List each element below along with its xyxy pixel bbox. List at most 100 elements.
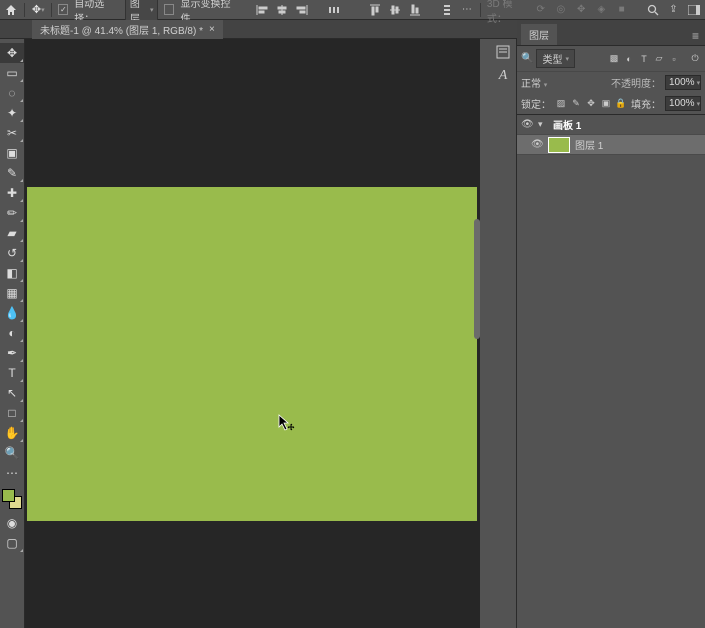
frame-tool[interactable]: ▣ (0, 143, 24, 163)
3d-orbit-icon[interactable]: ⟳ (534, 2, 548, 18)
field-value: 100% (669, 77, 695, 88)
history-brush-tool[interactable]: ↺ (0, 243, 24, 263)
dodge-tool[interactable]: ◐ (0, 323, 24, 343)
divider (24, 3, 25, 17)
eyedropper-tool[interactable]: ✎ (0, 163, 24, 183)
chevron-down-icon: ▾ (697, 79, 701, 87)
lock-artboard-icon[interactable]: ▣ (600, 98, 612, 110)
shape-tool[interactable]: □ (0, 403, 24, 423)
move-tool[interactable]: ✥ (0, 43, 24, 63)
options-bar: ✥▾ ✓ 自动选择： 图层 ▾ 显示变换控件 ⋯ 3D 模式： ⟳ ◎ ✥ ◈ … (0, 0, 705, 20)
filter-type-dropdown[interactable]: 类型 ▾ (536, 49, 575, 68)
blend-mode-dropdown[interactable]: 正常 ▾ (521, 75, 607, 90)
align-right-icon[interactable] (295, 2, 309, 18)
home-icon[interactable] (4, 2, 18, 18)
foreground-color-swatch[interactable] (2, 489, 15, 502)
magic-wand-tool[interactable]: ✦ (0, 103, 24, 123)
3d-camera-icon[interactable]: ■ (615, 2, 629, 18)
clone-stamp-tool[interactable]: ▰ (0, 223, 24, 243)
edit-toolbar-icon[interactable]: ⋯ (0, 463, 24, 483)
filter-smartobj-icon[interactable]: ▫ (668, 53, 680, 65)
chevron-down-icon: ▾ (150, 6, 154, 14)
filter-type-icon[interactable]: T (638, 53, 650, 65)
filter-icons: ▩ ◐ T ▱ ▫ ⏻ (608, 53, 701, 65)
dropdown-value: 正常 (521, 79, 541, 90)
healing-brush-tool[interactable]: ✚ (0, 183, 24, 203)
lock-all-icon[interactable]: 🔒 (615, 98, 627, 110)
vertical-scrollbar-thumb[interactable] (474, 219, 480, 339)
workspace-icon[interactable] (687, 2, 701, 18)
search-icon[interactable]: 🔍 (521, 53, 533, 64)
lock-label: 锁定： (521, 96, 551, 111)
collapsed-panels-strip: A (490, 39, 517, 628)
close-icon[interactable]: × (209, 24, 215, 35)
3d-slide-icon[interactable]: ◈ (594, 2, 608, 18)
align-left-icon[interactable] (255, 2, 269, 18)
blend-opacity-row: 正常 ▾ 不透明度： 100% ▾ (517, 72, 705, 93)
align-bottom-icon[interactable] (408, 2, 422, 18)
lasso-tool[interactable]: ◌ (0, 83, 24, 103)
character-panel-icon[interactable]: A (494, 67, 512, 85)
filter-pixel-icon[interactable]: ▩ (608, 53, 620, 65)
opacity-field[interactable]: 100% ▾ (665, 75, 701, 90)
distribute-v-icon[interactable] (440, 2, 454, 18)
chevron-down-icon: ▾ (565, 55, 569, 63)
brush-tool[interactable]: ✏ (0, 203, 24, 223)
toolbox: ✥ ▭ ◌ ✦ ✂ ▣ ✎ ✚ ✏ ▰ ↺ ◧ ▦ 💧 ◐ ✒ T ↖ □ ✋ … (0, 39, 25, 628)
document-tab[interactable]: 未标题-1 @ 41.4% (图层 1, RGB/8) * × (32, 20, 223, 39)
canvas-area[interactable] (25, 39, 480, 628)
panel-tab-row: 图层 ≡ (517, 20, 705, 46)
search-icon[interactable] (646, 2, 660, 18)
layer-name: 画板 1 (553, 117, 581, 132)
fill-label: 填充： (631, 96, 661, 111)
auto-select-checkbox[interactable]: ✓ (58, 4, 68, 15)
layers-tab[interactable]: 图层 (521, 24, 557, 45)
artboard[interactable] (27, 187, 477, 521)
marquee-tool[interactable]: ▭ (0, 63, 24, 83)
crop-tool[interactable]: ✂ (0, 123, 24, 143)
zoom-tool[interactable]: 🔍 (0, 443, 24, 463)
filter-adjustment-icon[interactable]: ◐ (623, 53, 635, 65)
color-swatches[interactable] (2, 489, 22, 509)
align-top-icon[interactable] (367, 2, 381, 18)
3d-roll-icon[interactable]: ◎ (554, 2, 568, 18)
divider (480, 3, 481, 17)
visibility-icon[interactable]: 👁 (531, 139, 543, 151)
3d-pan-icon[interactable]: ✥ (574, 2, 588, 18)
share-icon[interactable]: ⇪ (666, 2, 680, 18)
layer-filter-row: 🔍 类型 ▾ ▩ ◐ T ▱ ▫ ⏻ (517, 46, 705, 72)
filter-toggle-icon[interactable]: ⏻ (689, 53, 701, 65)
more-options-icon[interactable]: ⋯ (460, 2, 474, 18)
blur-tool[interactable]: 💧 (0, 303, 24, 323)
screen-mode-tool[interactable]: ▢ (0, 533, 24, 553)
hand-tool[interactable]: ✋ (0, 423, 24, 443)
type-tool[interactable]: T (0, 363, 24, 383)
move-tool-icon[interactable]: ✥▾ (31, 2, 45, 18)
layer-thumbnail[interactable] (548, 137, 570, 153)
layer-row-artboard[interactable]: 👁 ▾ 画板 1 (517, 115, 705, 135)
eraser-tool[interactable]: ◧ (0, 263, 24, 283)
properties-panel-icon[interactable] (494, 43, 512, 61)
field-value: 100% (669, 98, 695, 109)
pen-tool[interactable]: ✒ (0, 343, 24, 363)
divider (51, 3, 52, 17)
disclosure-icon[interactable]: ▾ (538, 119, 548, 130)
visibility-icon[interactable]: 👁 (521, 119, 533, 131)
tab-title: 未标题-1 @ 41.4% (图层 1, RGB/8) * (40, 22, 203, 37)
filter-shape-icon[interactable]: ▱ (653, 53, 665, 65)
layer-row[interactable]: 👁 图层 1 (517, 135, 705, 155)
align-vcenter-icon[interactable] (388, 2, 402, 18)
chevron-down-icon: ▾ (544, 82, 548, 89)
show-transform-checkbox[interactable] (164, 4, 174, 15)
lock-icons: ▨ ✎ ✥ ▣ 🔒 (555, 98, 627, 110)
path-selection-tool[interactable]: ↖ (0, 383, 24, 403)
distribute-h-icon[interactable] (327, 2, 341, 18)
lock-position-icon[interactable]: ✥ (585, 98, 597, 110)
gradient-tool[interactable]: ▦ (0, 283, 24, 303)
fill-field[interactable]: 100% ▾ (665, 96, 701, 111)
lock-transparency-icon[interactable]: ▨ (555, 98, 567, 110)
quick-mask-tool[interactable]: ◉ (0, 513, 24, 533)
lock-pixels-icon[interactable]: ✎ (570, 98, 582, 110)
align-hcenter-icon[interactable] (275, 2, 289, 18)
panel-menu-icon[interactable]: ≡ (690, 27, 701, 45)
